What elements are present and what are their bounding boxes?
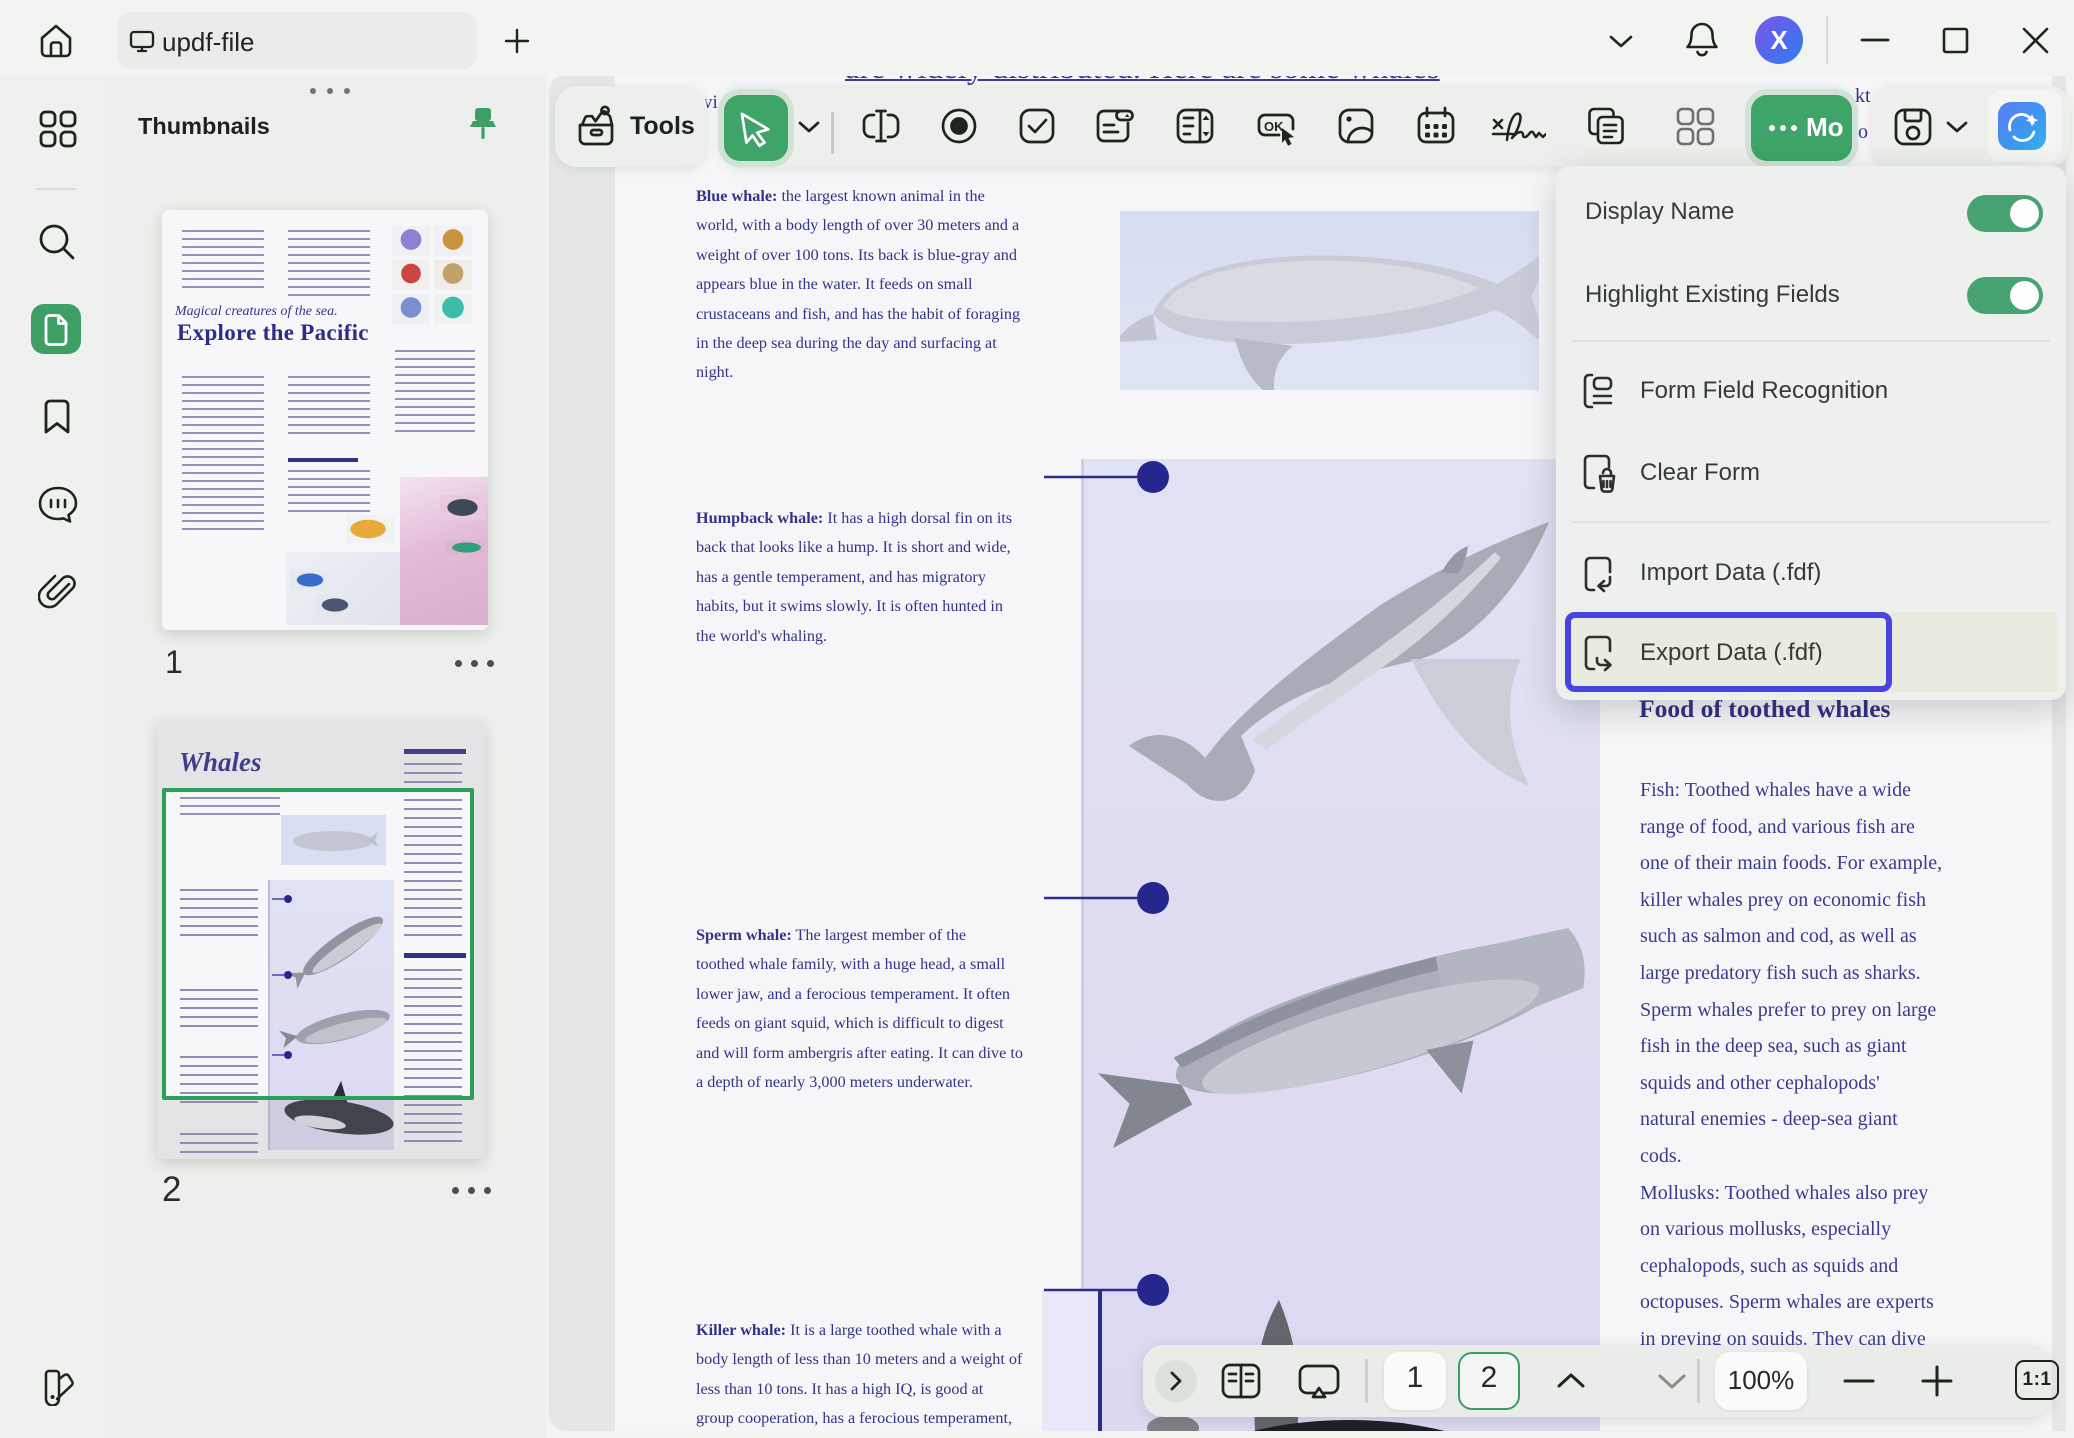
svg-text:OK: OK	[1264, 119, 1284, 134]
